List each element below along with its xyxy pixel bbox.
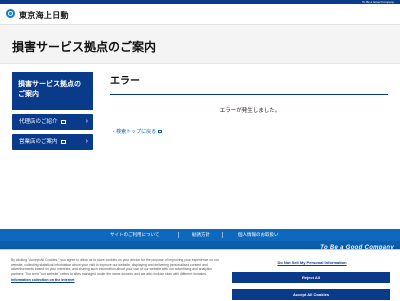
logo-text[interactable]: 東京海上日動 — [19, 10, 69, 21]
footer-divider — [178, 232, 179, 238]
sidebar-item-label: 営業店のご案内 — [19, 139, 58, 145]
cookie-text: By clicking "Accept All Cookies," you ag… — [11, 258, 221, 283]
footer-divider — [222, 232, 223, 238]
sidebar-heading[interactable]: 損害サービス拠点のご案内 — [12, 72, 93, 110]
back-link-label: 検索トップに戻る — [116, 129, 157, 135]
footer-links: サイトのご利用について 勧誘方針 個人情報のお取扱い — [0, 229, 400, 241]
chevron-right-icon: › — [85, 138, 88, 145]
logo-icon[interactable] — [6, 9, 15, 18]
back-to-search-link[interactable]: ‹ 検索トップに戻る — [110, 128, 390, 135]
external-link-icon — [60, 119, 66, 124]
footer-link-privacy[interactable]: 個人情報のお取扱い — [238, 229, 279, 241]
sidebar-item-label: 代理店のご紹介 — [19, 119, 58, 125]
do-not-sell-link[interactable]: Do Not Sell My Personal Information — [232, 260, 392, 265]
page-title: 損害サービス拠点のご案内 — [12, 40, 157, 54]
external-link-icon — [158, 130, 163, 134]
chevron-left-icon: ‹ — [113, 129, 115, 135]
cookie-info-link[interactable]: Information collection on the Internet — [11, 278, 221, 283]
title-band: 損害サービス拠点のご案内 — [0, 25, 400, 64]
error-heading: エラー — [110, 72, 388, 95]
reject-all-button[interactable]: Reject All — [232, 272, 390, 283]
error-message: エラーが発生しました。 — [219, 108, 281, 114]
footer-link-solicitation[interactable]: 勧誘方針 — [192, 229, 210, 241]
external-link-icon — [60, 139, 66, 144]
site-header: 東京海上日動 — [0, 4, 400, 25]
chevron-right-icon: › — [85, 118, 88, 125]
main-content: エラー エラーが発生しました。 ‹ 検索トップに戻る — [110, 72, 390, 135]
sidebar: 損害サービス拠点のご案内 代理店のご紹介 › 営業店のご案内 › — [12, 72, 93, 150]
sidebar-item-agency[interactable]: 代理店のご紹介 › — [12, 114, 93, 130]
footer-link-terms[interactable]: サイトのご利用について — [110, 229, 159, 241]
sidebar-item-branch[interactable]: 営業店のご案内 › — [12, 134, 93, 150]
cookie-body: By clicking "Accept All Cookies," you ag… — [11, 258, 219, 277]
cookie-banner: By clicking "Accept All Cookies," you ag… — [0, 249, 400, 301]
accept-all-cookies-button[interactable]: Accept All Cookies — [232, 289, 390, 300]
